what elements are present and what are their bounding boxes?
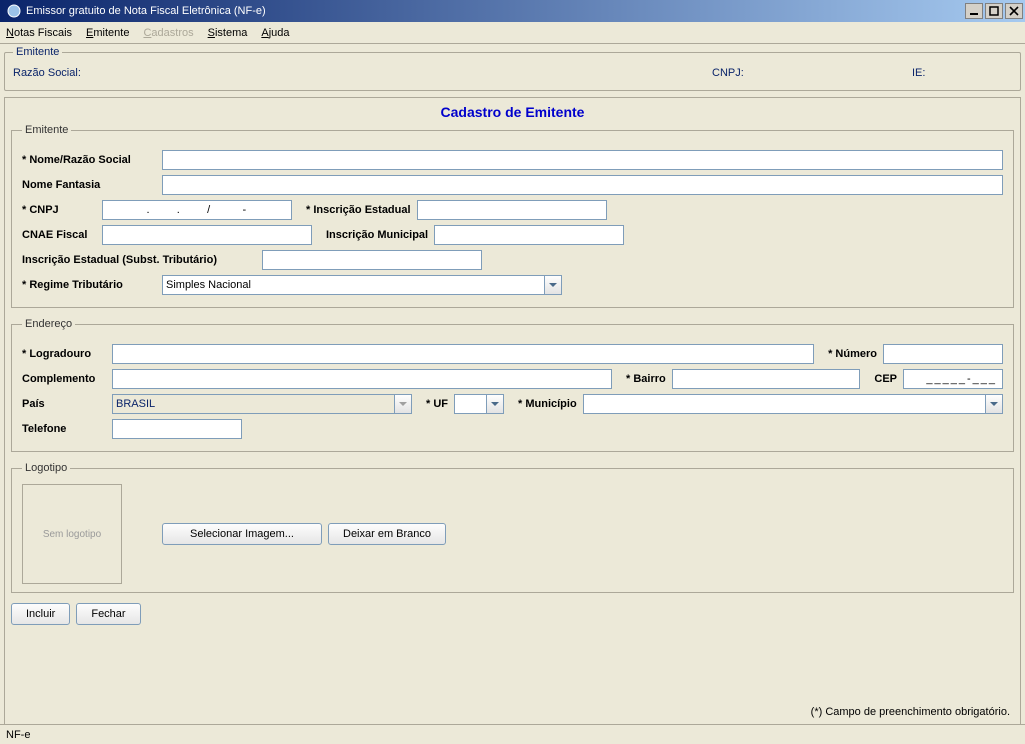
- ie-input[interactable]: [417, 200, 607, 220]
- regime-value: Simples Nacional: [166, 279, 544, 291]
- logo-placeholder: Sem logotipo: [43, 529, 101, 540]
- minimize-button[interactable]: [965, 3, 983, 19]
- logo-preview: Sem logotipo: [22, 484, 122, 584]
- page-container: Cadastro de Emitente Emitente * Nome/Raz…: [4, 97, 1021, 727]
- header-razao-label: Razão Social:: [13, 67, 93, 79]
- logotipo-group: Logotipo Sem logotipo Selecionar Imagem.…: [11, 462, 1014, 593]
- pais-value: BRASIL: [116, 398, 394, 410]
- bairro-label: * Bairro: [626, 373, 666, 385]
- fechar-button[interactable]: Fechar: [76, 603, 140, 625]
- cep-label: CEP: [874, 373, 897, 385]
- uf-combo[interactable]: [454, 394, 504, 414]
- statusbar: NF-e: [0, 724, 1025, 744]
- municipio-combo[interactable]: [583, 394, 1003, 414]
- required-note: (*) Campo de preenchimento obrigatório.: [811, 706, 1010, 718]
- ie-st-input[interactable]: [262, 250, 482, 270]
- cnpj-label: * CNPJ: [22, 204, 102, 216]
- telefone-label: Telefone: [22, 423, 112, 435]
- ie-label: * Inscrição Estadual: [306, 204, 411, 216]
- header-ie-label: IE:: [912, 67, 932, 79]
- endereco-legend: Endereço: [22, 318, 75, 330]
- header-emitente-group: Emitente Razão Social: CNPJ: IE:: [4, 46, 1021, 91]
- cnpj-input[interactable]: [102, 200, 292, 220]
- numero-input[interactable]: [883, 344, 1003, 364]
- menubar: Notas Fiscais Emitente Cadastros Sistema…: [0, 22, 1025, 44]
- statusbar-text: NF-e: [6, 729, 30, 741]
- logradouro-label: * Logradouro: [22, 348, 112, 360]
- fantasia-label: Nome Fantasia: [22, 179, 162, 191]
- ie-st-label: Inscrição Estadual (Subst. Tributário): [22, 254, 262, 266]
- regime-label: * Regime Tributário: [22, 279, 162, 291]
- complemento-label: Complemento: [22, 373, 112, 385]
- pais-label: País: [22, 398, 112, 410]
- menu-ajuda[interactable]: Ajuda: [261, 27, 289, 39]
- endereco-group: Endereço * Logradouro * Número Complemen…: [11, 318, 1014, 452]
- numero-label: * Número: [828, 348, 877, 360]
- emitente-legend: Emitente: [22, 124, 71, 136]
- nome-input[interactable]: [162, 150, 1003, 170]
- cnae-input[interactable]: [102, 225, 312, 245]
- im-input[interactable]: [434, 225, 624, 245]
- im-label: Inscrição Municipal: [326, 229, 428, 241]
- titlebar: Emissor gratuito de Nota Fiscal Eletrôni…: [0, 0, 1025, 22]
- chevron-down-icon: [486, 395, 503, 413]
- menu-emitente[interactable]: Emitente: [86, 27, 129, 39]
- cnae-label: CNAE Fiscal: [22, 229, 102, 241]
- chevron-down-icon: [985, 395, 1002, 413]
- nome-label: * Nome/Razão Social: [22, 154, 162, 166]
- logradouro-input[interactable]: [112, 344, 814, 364]
- window-title: Emissor gratuito de Nota Fiscal Eletrôni…: [26, 5, 963, 17]
- close-button[interactable]: [1005, 3, 1023, 19]
- app-icon: [6, 3, 22, 19]
- pais-combo: BRASIL: [112, 394, 412, 414]
- chevron-down-icon: [544, 276, 561, 294]
- complemento-input[interactable]: [112, 369, 612, 389]
- page-title: Cadastro de Emitente: [11, 104, 1014, 120]
- emitente-group: Emitente * Nome/Razão Social Nome Fantas…: [11, 124, 1014, 308]
- chevron-down-icon: [394, 395, 411, 413]
- menu-sistema[interactable]: Sistema: [208, 27, 248, 39]
- logotipo-legend: Logotipo: [22, 462, 70, 474]
- incluir-button[interactable]: Incluir: [11, 603, 70, 625]
- select-image-button[interactable]: Selecionar Imagem...: [162, 523, 322, 545]
- regime-combo[interactable]: Simples Nacional: [162, 275, 562, 295]
- uf-label: * UF: [426, 398, 448, 410]
- menu-cadastros: Cadastros: [143, 27, 193, 39]
- header-emitente-legend: Emitente: [13, 46, 62, 58]
- header-cnpj-label: CNPJ:: [712, 67, 752, 79]
- menu-notas-fiscais[interactable]: Notas Fiscais: [6, 27, 72, 39]
- bairro-input[interactable]: [672, 369, 861, 389]
- telefone-input[interactable]: [112, 419, 242, 439]
- cep-input[interactable]: [903, 369, 1003, 389]
- fantasia-input[interactable]: [162, 175, 1003, 195]
- leave-blank-button[interactable]: Deixar em Branco: [328, 523, 446, 545]
- maximize-button[interactable]: [985, 3, 1003, 19]
- municipio-label: * Município: [518, 398, 577, 410]
